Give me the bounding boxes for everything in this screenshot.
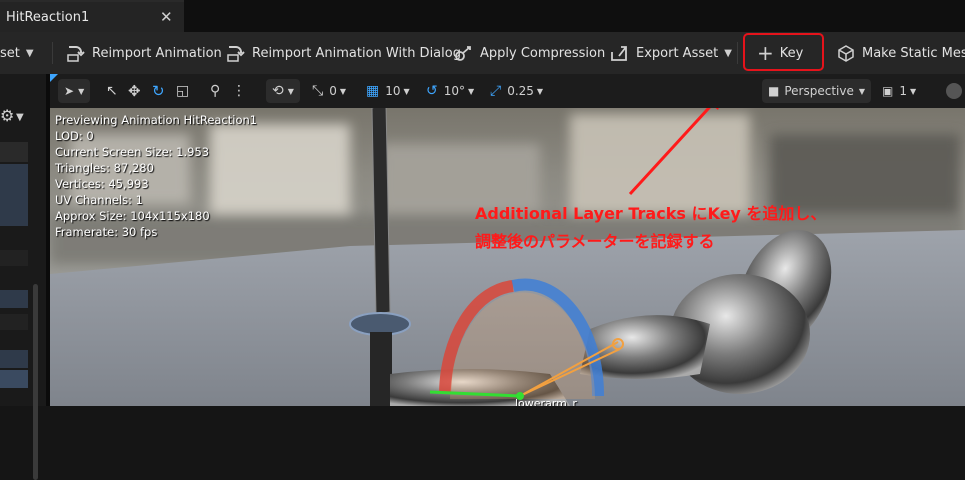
viewport-stats: Previewing Animation HitReaction1 LOD: 0…	[55, 112, 257, 240]
rotation-snap-value: 10°	[443, 84, 466, 98]
list-item[interactable]	[0, 164, 28, 226]
chevron-down-icon: ▼	[858, 86, 865, 96]
static-mesh-icon	[838, 45, 854, 62]
annotation-text: Additional Layer Tracks にKey を追加し、 調整後のパ…	[475, 200, 826, 256]
apply-compression-label: Apply Compression	[480, 45, 606, 61]
list-item[interactable]	[0, 142, 28, 162]
list-item[interactable]	[0, 290, 28, 308]
stats-approx-size: Approx Size: 104x115x180	[55, 209, 210, 223]
tab-bar: HitReaction1 ✕	[0, 0, 965, 32]
stats-screen-size: Current Screen Size: 1.953	[55, 145, 210, 159]
annotation-line-1: Additional Layer Tracks にKey を追加し、	[475, 204, 827, 223]
reimport-dialog-icon	[227, 46, 245, 62]
chevron-down-icon: ▼	[25, 47, 34, 59]
rotate-tool-icon[interactable]: ↻	[152, 74, 165, 108]
viewport-toolbar: ➤ ▼ ↖ ✥ ↻ ◱ ⚲ ⋮ ⟲ ▼ ⤡ 0 ▼ ▦ 10 ▼ ↺ 10° ▼ ⤢…	[50, 74, 965, 108]
list-item[interactable]	[0, 370, 28, 388]
stats-framerate: Framerate: 30 fps	[55, 225, 158, 239]
annotation-line-2: 調整後のパラメーターを記録する	[475, 232, 715, 251]
export-asset-label: Export Asset	[636, 45, 719, 61]
chevron-down-icon: ▼	[78, 86, 85, 96]
chevron-down-icon: ▼	[536, 86, 544, 96]
select-tool-icon[interactable]: ↖	[106, 74, 118, 108]
grid-snap[interactable]: ▦ 10 ▼	[366, 74, 410, 108]
list-item[interactable]	[0, 350, 28, 368]
angle-snap-value: 0	[329, 84, 337, 98]
camera-speed-icon: ▣	[882, 84, 894, 98]
grid-snap-value: 10	[385, 84, 401, 98]
close-icon[interactable]: ✕	[160, 8, 173, 26]
make-static-mesh-label: Make Static Mesh	[862, 45, 965, 61]
chevron-down-icon: ▼	[909, 86, 917, 96]
asset-menu[interactable]: set ▼	[0, 32, 34, 74]
camera-icon: ■	[768, 84, 780, 98]
scale-tool-icon[interactable]: ◱	[176, 74, 189, 108]
stats-vertices: Vertices: 45,993	[55, 177, 149, 191]
list-item[interactable]	[0, 250, 28, 266]
reimport-icon	[67, 46, 85, 62]
view-mode-label: Perspective	[784, 84, 854, 98]
reimport-animation-button[interactable]: Reimport Animation	[66, 32, 222, 74]
export-asset-button[interactable]: Export Asset ▼	[610, 32, 732, 74]
scale-snap-value: 0.25	[507, 84, 534, 98]
tab-hitreaction1[interactable]: HitReaction1 ✕	[0, 0, 184, 32]
gear-icon[interactable]: ⚙	[0, 106, 14, 125]
cursor-icon: ➤	[64, 84, 75, 98]
bone-label: lowerarm_r	[515, 397, 577, 406]
stats-title: Previewing Animation HitReaction1	[55, 113, 258, 127]
make-static-mesh-button[interactable]: Make Static Mesh	[836, 32, 965, 74]
translate-tool-icon[interactable]: ✥	[128, 74, 141, 108]
select-mode-dropdown[interactable]: ➤ ▼	[58, 79, 91, 103]
compression-icon	[455, 46, 471, 61]
scrollbar[interactable]	[33, 284, 38, 480]
surface-snap-icon[interactable]: ⚲	[210, 74, 220, 108]
apply-compression-button[interactable]: Apply Compression	[454, 32, 605, 74]
chevron-down-icon[interactable]: ▼	[16, 112, 24, 123]
chevron-down-icon: ▼	[468, 86, 475, 96]
grid-icon: ▦	[366, 83, 380, 99]
coordinate-space-dropdown[interactable]: ⟲ ▼	[266, 79, 300, 103]
chevron-down-icon: ▼	[403, 86, 410, 96]
more-options-icon[interactable]: ⋮	[232, 74, 246, 108]
options-circle-icon[interactable]	[946, 74, 962, 108]
reimport-label: Reimport Animation	[92, 45, 222, 61]
reimport-with-dialog-button[interactable]: Reimport Animation With Dialog	[226, 32, 461, 74]
scale-snap[interactable]: ⤢ 0.25 ▼	[490, 74, 543, 108]
left-panel: ⚙ ▼	[0, 74, 46, 480]
stats-lod: LOD: 0	[55, 129, 94, 143]
stats-triangles: Triangles: 87,280	[55, 161, 154, 175]
asset-menu-label: set	[0, 45, 20, 61]
world-icon: ⟲	[272, 83, 284, 99]
reimport-dialog-label: Reimport Animation With Dialog	[252, 45, 461, 61]
camera-speed-value: 1	[899, 84, 907, 98]
view-mode-dropdown[interactable]: ■ Perspective ▼	[762, 79, 871, 103]
tab-title: HitReaction1	[6, 10, 90, 25]
chevron-down-icon: ▼	[724, 47, 732, 59]
scale-snap-icon: ⤢	[490, 83, 502, 99]
surface-angle-icon: ⤡	[312, 83, 324, 99]
rotation-snap[interactable]: ↺ 10° ▼	[426, 74, 474, 108]
toolbar-divider	[52, 42, 53, 64]
corner-marker	[50, 74, 58, 82]
key-button-highlight	[743, 33, 824, 71]
rotation-snap-icon: ↺	[426, 83, 438, 99]
chevron-down-icon: ▼	[287, 86, 294, 96]
export-icon	[611, 46, 627, 61]
angle-snap[interactable]: ⤡ 0 ▼	[312, 74, 346, 108]
camera-speed[interactable]: ▣ 1 ▼	[882, 74, 916, 108]
list-item[interactable]	[0, 314, 28, 330]
viewport[interactable]: ➤ ▼ ↖ ✥ ↻ ◱ ⚲ ⋮ ⟲ ▼ ⤡ 0 ▼ ▦ 10 ▼ ↺ 10° ▼ ⤢…	[50, 74, 965, 406]
chevron-down-icon: ▼	[339, 86, 346, 96]
toolbar-divider	[737, 42, 738, 64]
stats-uv-channels: UV Channels: 1	[55, 193, 143, 207]
